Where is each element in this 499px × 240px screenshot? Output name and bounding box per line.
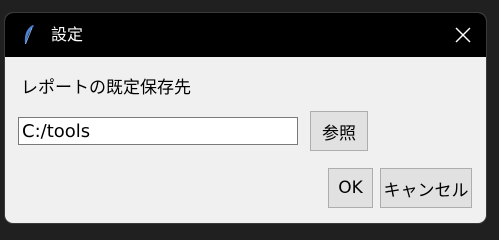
save-path-input[interactable] [18, 117, 298, 145]
cancel-button[interactable]: キャンセル [380, 168, 472, 208]
title-bar[interactable]: 設定 [5, 13, 486, 57]
browse-button[interactable]: 参照 [310, 111, 368, 151]
settings-dialog: 設定 レポートの既定保存先 参照 OK キャンセル [5, 13, 486, 223]
window-title: 設定 [51, 25, 84, 44]
ok-button[interactable]: OK [328, 168, 373, 208]
close-icon [455, 27, 471, 43]
close-button[interactable] [440, 13, 486, 57]
feather-icon [24, 25, 34, 45]
save-location-label: レポートの既定保存先 [21, 78, 191, 98]
